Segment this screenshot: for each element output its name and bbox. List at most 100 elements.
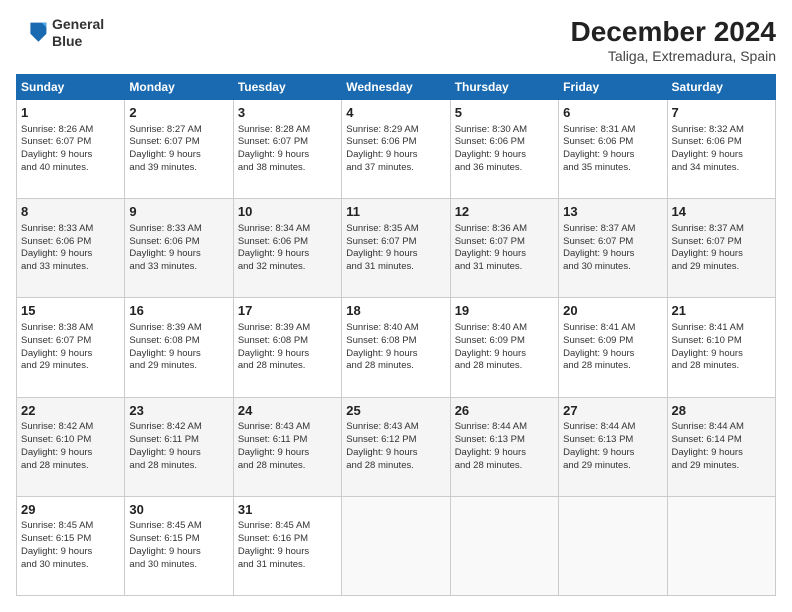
weekday-wednesday: Wednesday (342, 75, 450, 100)
day-info-line: and 30 minutes. (563, 261, 631, 272)
day-info-line: Daylight: 9 hours (129, 546, 200, 557)
day-info-line: Sunset: 6:15 PM (21, 533, 91, 544)
day-info-line: and 33 minutes. (21, 261, 89, 272)
day-info-line: and 30 minutes. (129, 559, 197, 570)
day-info-line: and 29 minutes. (563, 460, 631, 471)
day-number: 4 (346, 104, 445, 122)
day-info-line: Daylight: 9 hours (455, 348, 526, 359)
day-info-line: and 29 minutes. (21, 360, 89, 371)
weekday-header-row: SundayMondayTuesdayWednesdayThursdayFrid… (17, 75, 776, 100)
week-row-2: 8Sunrise: 8:33 AMSunset: 6:06 PMDaylight… (17, 199, 776, 298)
calendar-cell: 14Sunrise: 8:37 AMSunset: 6:07 PMDayligh… (667, 199, 775, 298)
day-info-line: and 31 minutes. (238, 559, 306, 570)
week-row-5: 29Sunrise: 8:45 AMSunset: 6:15 PMDayligh… (17, 496, 776, 595)
day-info-line: Sunset: 6:06 PM (672, 136, 742, 147)
day-number: 26 (455, 402, 554, 420)
calendar-cell: 28Sunrise: 8:44 AMSunset: 6:14 PMDayligh… (667, 397, 775, 496)
calendar-cell: 22Sunrise: 8:42 AMSunset: 6:10 PMDayligh… (17, 397, 125, 496)
day-info-line: Sunrise: 8:33 AM (129, 223, 201, 234)
day-info-line: Sunset: 6:07 PM (563, 236, 633, 247)
calendar-cell: 27Sunrise: 8:44 AMSunset: 6:13 PMDayligh… (559, 397, 667, 496)
day-info-line: Sunset: 6:12 PM (346, 434, 416, 445)
day-info-line: Daylight: 9 hours (346, 348, 417, 359)
day-info-line: Daylight: 9 hours (21, 546, 92, 557)
day-info-line: Sunrise: 8:32 AM (672, 124, 744, 135)
day-info-line: and 28 minutes. (672, 360, 740, 371)
day-info-line: and 29 minutes. (672, 261, 740, 272)
calendar-cell: 20Sunrise: 8:41 AMSunset: 6:09 PMDayligh… (559, 298, 667, 397)
calendar-cell: 21Sunrise: 8:41 AMSunset: 6:10 PMDayligh… (667, 298, 775, 397)
calendar-cell (342, 496, 450, 595)
day-info-line: Sunset: 6:07 PM (346, 236, 416, 247)
day-number: 5 (455, 104, 554, 122)
day-info-line: Sunrise: 8:37 AM (672, 223, 744, 234)
day-number: 24 (238, 402, 337, 420)
calendar-cell: 13Sunrise: 8:37 AMSunset: 6:07 PMDayligh… (559, 199, 667, 298)
day-info-line: Daylight: 9 hours (238, 149, 309, 160)
day-info-line: Sunrise: 8:43 AM (346, 421, 418, 432)
day-info-line: and 30 minutes. (21, 559, 89, 570)
day-info-line: and 28 minutes. (238, 360, 306, 371)
day-info-line: Sunset: 6:08 PM (346, 335, 416, 346)
calendar-body: 1Sunrise: 8:26 AMSunset: 6:07 PMDaylight… (17, 100, 776, 596)
page: General Blue December 2024 Taliga, Extre… (0, 0, 792, 612)
day-info-line: Sunrise: 8:43 AM (238, 421, 310, 432)
day-number: 25 (346, 402, 445, 420)
day-info-line: and 28 minutes. (455, 460, 523, 471)
day-info-line: Daylight: 9 hours (455, 149, 526, 160)
day-info-line: Sunset: 6:13 PM (455, 434, 525, 445)
calendar-cell: 5Sunrise: 8:30 AMSunset: 6:06 PMDaylight… (450, 100, 558, 199)
day-info-line: Daylight: 9 hours (238, 348, 309, 359)
day-info-line: Sunrise: 8:34 AM (238, 223, 310, 234)
logo: General Blue (16, 16, 104, 50)
day-info-line: and 40 minutes. (21, 162, 89, 173)
weekday-saturday: Saturday (667, 75, 775, 100)
day-info-line: Daylight: 9 hours (563, 447, 634, 458)
day-number: 13 (563, 203, 662, 221)
calendar-table: SundayMondayTuesdayWednesdayThursdayFrid… (16, 74, 776, 596)
day-info-line: Sunrise: 8:44 AM (672, 421, 744, 432)
day-info-line: Daylight: 9 hours (563, 348, 634, 359)
day-info-line: Daylight: 9 hours (672, 348, 743, 359)
day-info-line: Daylight: 9 hours (563, 248, 634, 259)
day-info-line: Sunset: 6:13 PM (563, 434, 633, 445)
day-info-line: Daylight: 9 hours (346, 149, 417, 160)
day-info-line: Daylight: 9 hours (238, 546, 309, 557)
week-row-3: 15Sunrise: 8:38 AMSunset: 6:07 PMDayligh… (17, 298, 776, 397)
day-info-line: Sunset: 6:07 PM (672, 236, 742, 247)
header: General Blue December 2024 Taliga, Extre… (16, 16, 776, 64)
day-number: 22 (21, 402, 120, 420)
day-info-line: Sunset: 6:06 PM (563, 136, 633, 147)
calendar-cell: 10Sunrise: 8:34 AMSunset: 6:06 PMDayligh… (233, 199, 341, 298)
location: Taliga, Extremadura, Spain (571, 48, 776, 64)
day-number: 9 (129, 203, 228, 221)
day-number: 28 (672, 402, 771, 420)
day-number: 30 (129, 501, 228, 519)
day-info-line: Sunrise: 8:38 AM (21, 322, 93, 333)
day-number: 21 (672, 302, 771, 320)
weekday-tuesday: Tuesday (233, 75, 341, 100)
day-info-line: and 36 minutes. (455, 162, 523, 173)
calendar-cell: 23Sunrise: 8:42 AMSunset: 6:11 PMDayligh… (125, 397, 233, 496)
day-info-line: Sunrise: 8:42 AM (129, 421, 201, 432)
calendar-cell (667, 496, 775, 595)
day-info-line: Sunset: 6:15 PM (129, 533, 199, 544)
day-info-line: Sunrise: 8:40 AM (346, 322, 418, 333)
day-number: 8 (21, 203, 120, 221)
day-info-line: and 33 minutes. (129, 261, 197, 272)
month-title: December 2024 (571, 16, 776, 48)
calendar-cell: 16Sunrise: 8:39 AMSunset: 6:08 PMDayligh… (125, 298, 233, 397)
day-info-line: Daylight: 9 hours (346, 248, 417, 259)
day-number: 10 (238, 203, 337, 221)
day-info-line: and 37 minutes. (346, 162, 414, 173)
day-info-line: Sunrise: 8:45 AM (21, 520, 93, 531)
day-info-line: Sunrise: 8:26 AM (21, 124, 93, 135)
calendar-cell: 9Sunrise: 8:33 AMSunset: 6:06 PMDaylight… (125, 199, 233, 298)
day-info-line: and 35 minutes. (563, 162, 631, 173)
calendar-cell: 30Sunrise: 8:45 AMSunset: 6:15 PMDayligh… (125, 496, 233, 595)
day-info-line: Sunrise: 8:39 AM (238, 322, 310, 333)
day-number: 31 (238, 501, 337, 519)
calendar-cell: 7Sunrise: 8:32 AMSunset: 6:06 PMDaylight… (667, 100, 775, 199)
day-info-line: and 31 minutes. (455, 261, 523, 272)
day-info-line: Daylight: 9 hours (129, 149, 200, 160)
